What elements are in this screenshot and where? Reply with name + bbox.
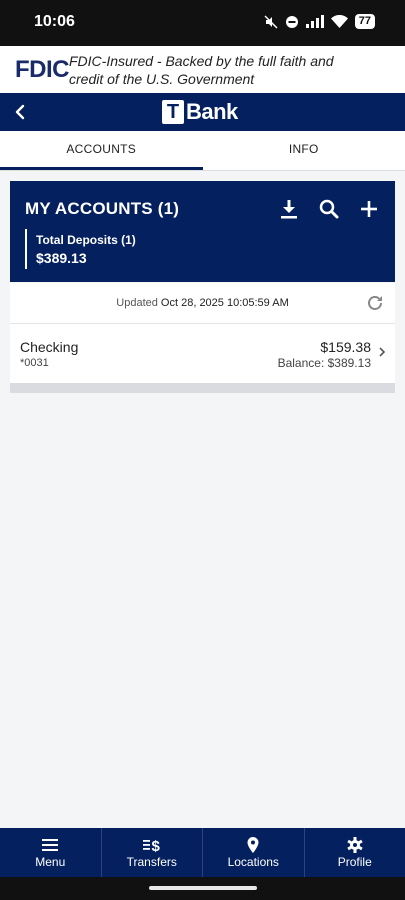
gesture-area — [0, 877, 405, 900]
mute-icon — [264, 14, 278, 29]
nav-profile[interactable]: Profile — [305, 828, 405, 877]
account-actions — [277, 197, 381, 221]
add-icon[interactable] — [357, 197, 381, 221]
my-accounts-title: MY ACCOUNTS (1) — [25, 199, 180, 218]
transfers-icon: $ — [142, 838, 160, 853]
search-icon[interactable] — [317, 197, 341, 221]
total-deposits: Total Deposits (1) $389.13 — [25, 229, 136, 269]
app-header: T Bank — [0, 93, 405, 131]
bank-logo-mark: T — [162, 100, 184, 124]
tab-info[interactable]: INFO — [203, 131, 405, 170]
home-gesture-bar[interactable] — [149, 886, 257, 890]
refresh-icon[interactable] — [365, 293, 385, 313]
fdic-logo: FDIC — [15, 56, 70, 83]
account-row-checking[interactable]: Checking *0031 $159.38 Balance: $389.13 — [10, 325, 395, 383]
tab-bar: ACCOUNTS INFO — [0, 131, 405, 171]
nav-menu-label: Menu — [35, 855, 66, 869]
nav-transfers-label: Transfers — [126, 855, 177, 869]
svg-text:$: $ — [151, 838, 160, 853]
bank-logo-text: Bank — [186, 99, 238, 124]
gear-icon — [347, 837, 363, 853]
accounts-card: Updated Oct 28, 2025 10:05:59 AM Checkin… — [10, 283, 395, 393]
account-name: Checking — [20, 339, 79, 355]
total-deposits-label: Total Deposits (1) — [36, 233, 136, 247]
account-amount: $159.38 — [320, 339, 371, 355]
total-deposits-amount: $389.13 — [36, 250, 87, 266]
fdic-banner: FDIC FDIC-Insured - Backed by the full f… — [0, 46, 405, 93]
dnd-icon — [285, 15, 298, 28]
menu-icon — [42, 839, 59, 851]
nav-locations[interactable]: Locations — [203, 828, 305, 877]
status-bar: 10:06 77 — [0, 0, 405, 46]
chevron-right-icon — [379, 347, 386, 357]
battery-icon: 77 — [354, 14, 375, 29]
nav-transfers[interactable]: $ Transfers — [102, 828, 203, 877]
bank-logo: T Bank — [162, 99, 238, 125]
account-number: *0031 — [20, 357, 49, 369]
fdic-text: FDIC-Insured - Backed by the full faith … — [69, 53, 334, 87]
tab-accounts[interactable]: ACCOUNTS — [0, 131, 203, 170]
status-icons: 77 — [264, 14, 375, 29]
updated-datetime: Oct 28, 2025 10:05:59 AM — [160, 297, 289, 309]
updated-prefix: Updated — [116, 297, 158, 309]
updated-text: Updated Oct 28, 2025 10:05:59 AM — [10, 297, 395, 309]
back-arrow-icon[interactable] — [8, 98, 34, 126]
download-icon[interactable] — [277, 197, 301, 221]
nav-locations-label: Locations — [227, 855, 279, 869]
nav-menu[interactable]: Menu — [0, 828, 102, 877]
status-time: 10:06 — [34, 13, 75, 30]
bottom-nav: Menu $ Transfers Locations Profile — [0, 828, 405, 877]
signal-icon — [305, 15, 324, 28]
location-pin-icon — [247, 837, 259, 853]
updated-row: Updated Oct 28, 2025 10:05:59 AM — [10, 283, 395, 324]
nav-profile-label: Profile — [337, 855, 372, 869]
wifi-icon — [330, 15, 348, 28]
my-accounts-panel: MY ACCOUNTS (1) Total Deposits (1) $389.… — [10, 181, 395, 282]
account-balance: Balance: $389.13 — [277, 356, 371, 370]
